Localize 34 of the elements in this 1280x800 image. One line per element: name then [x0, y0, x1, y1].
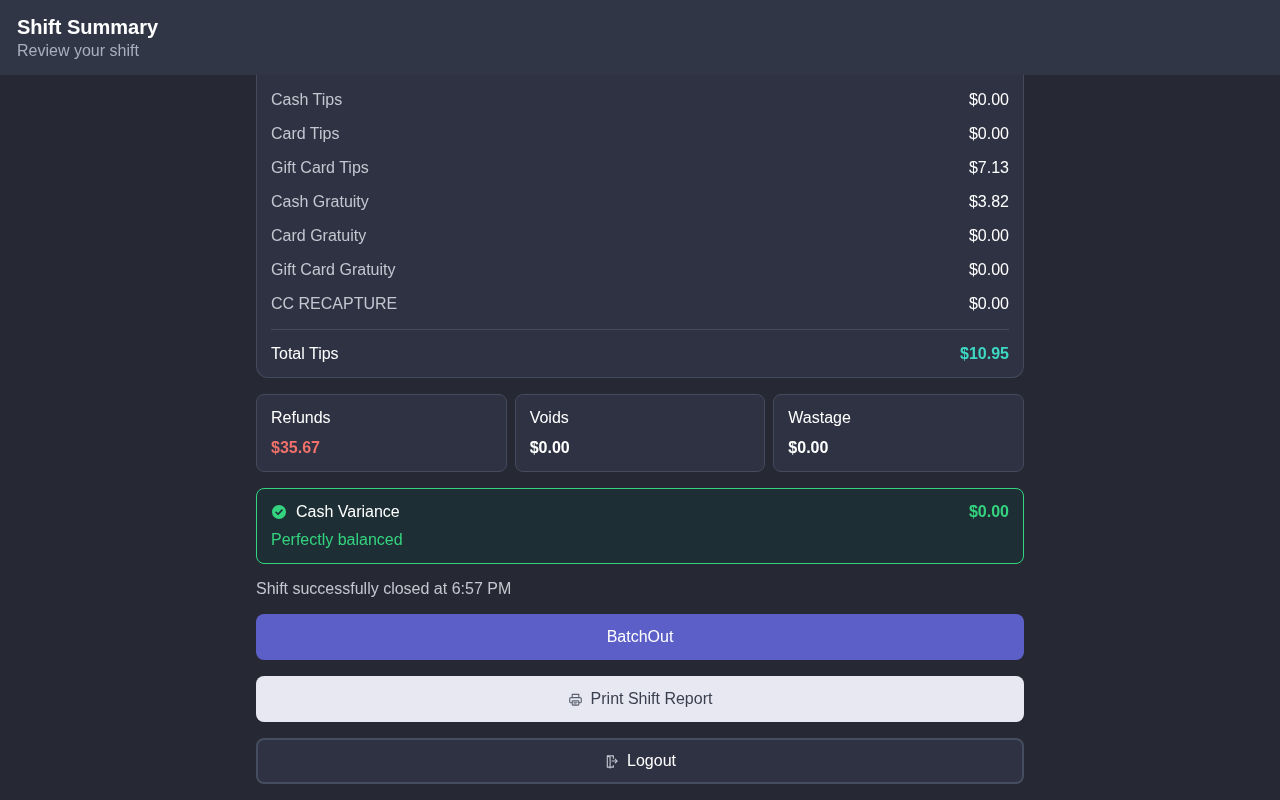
stat-label: Refunds	[271, 408, 331, 428]
logout-button[interactable]: Logout	[256, 738, 1024, 784]
tip-label: Card Tips	[271, 124, 340, 144]
stat-amount: $35.67	[271, 438, 320, 458]
cash-variance-label: Cash Variance	[296, 502, 400, 522]
tip-amount: $0.00	[968, 90, 1009, 110]
tip-amount: $0.00	[968, 124, 1009, 144]
tip-label: Card Gratuity	[271, 226, 367, 246]
tip-label: Gift Card Gratuity	[271, 260, 396, 280]
tip-amount: $0.00	[968, 226, 1009, 246]
stat-label: Voids	[529, 408, 569, 428]
tip-label: Cash Tips	[271, 90, 343, 110]
tip-amount: $3.82	[968, 192, 1009, 212]
tip-label: Gift Card Tips	[271, 158, 369, 178]
stat-amount: $0.00	[529, 438, 570, 458]
shift-closed-message: Shift successfully closed at 6:57 PM	[256, 579, 512, 599]
tip-amount: $7.13	[968, 158, 1009, 178]
printer-icon	[567, 691, 583, 707]
page-subtitle: Review your shift	[17, 41, 139, 61]
tip-amount: $0.00	[968, 294, 1009, 314]
total-tips-label: Total Tips	[271, 344, 339, 364]
page-title: Shift Summary	[17, 15, 159, 40]
stat-amount: $0.00	[788, 438, 829, 458]
cash-variance-amount: $0.00	[968, 502, 1009, 522]
print-report-button[interactable]: Print Shift Report	[256, 676, 1024, 722]
cash-variance-status: Perfectly balanced	[271, 530, 403, 550]
check-circle-icon	[272, 505, 286, 519]
stat-label: Wastage	[788, 408, 851, 428]
batchout-button[interactable]: BatchOut	[256, 614, 1024, 660]
door-arrow-icon	[604, 753, 620, 769]
tip-amount: $0.00	[968, 260, 1009, 280]
tip-label: Cash Gratuity	[271, 192, 369, 212]
tip-label: CC RECAPTURE	[271, 294, 398, 314]
total-tips-amount: $10.95	[960, 344, 1009, 364]
